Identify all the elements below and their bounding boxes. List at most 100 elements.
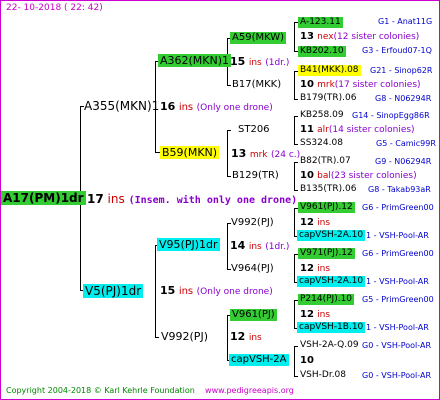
gen4-queen[interactable]: A-123.11 <box>298 17 343 28</box>
gen4-info: G21 - Sinop62R <box>370 66 433 75</box>
gen4-queen[interactable]: KB202.10 <box>298 46 346 57</box>
root-ins-label: ins <box>107 192 125 206</box>
gen3-ins-note: (14 sister colonies) <box>328 125 415 135</box>
copyright-text: Copyright 2004-2018 © Karl Kehrle Founda… <box>6 386 195 395</box>
gen4-info: G8 - N06294R <box>375 94 432 103</box>
footer: Copyright 2004-2018 © Karl Kehrle Founda… <box>6 387 294 395</box>
sire-ins-count: 16 <box>160 100 176 113</box>
gen2-d-ins-count: 12 <box>230 330 246 343</box>
connector <box>294 116 295 144</box>
gen2-b-ins-note: (24 c.) <box>271 150 301 160</box>
dam-ins-info: 15 ins (Only one drone) <box>160 285 273 297</box>
gen4-queen[interactable]: SS324.08 <box>300 139 343 148</box>
gen2-c-ins-note: (1dr.) <box>265 242 290 252</box>
connector <box>294 99 298 100</box>
gen2-b-ins-info: 13 mrk (24 c.) <box>231 148 300 160</box>
gen3-ins-count: 12 <box>300 263 314 274</box>
gen4-queen[interactable]: B179(TR).06 <box>300 94 356 103</box>
gen2-a-ins-label: ins <box>248 58 262 68</box>
gen2-d-ins-info: 12 ins <box>230 331 262 343</box>
gen4-info: G9 - N06294R <box>375 157 432 166</box>
gen2-queen-b[interactable]: B59(MKN) <box>160 146 220 159</box>
gen3-ins-label: bal <box>317 171 331 181</box>
connector <box>294 190 298 191</box>
gen3-ins-label: nex <box>317 32 334 42</box>
gen4-queen[interactable]: V971(PJ).12 <box>298 248 355 259</box>
gen3-ins-note: (23 sister colonies) <box>330 171 417 181</box>
gen3-ins-note: (17 sister colonies) <box>334 80 421 90</box>
gen4-queen[interactable]: capVSH-2A.10 <box>297 230 366 241</box>
gen3-queen[interactable]: B129(TR) <box>232 171 279 181</box>
gen4-info: 1 - VSH-Pool-AR <box>366 277 429 286</box>
root-ins-info: 17 ins (Insem. with only one drone) <box>87 193 297 206</box>
connector <box>294 22 295 51</box>
gen4-queen[interactable]: B82(TR).07 <box>300 157 351 166</box>
site-link[interactable]: www.pedigreeapis.org <box>205 386 294 395</box>
root-ins-count: 17 <box>87 192 104 206</box>
connector <box>294 144 298 145</box>
gen4-queen[interactable]: VSH-Dr.08 <box>300 371 346 380</box>
sire-queen[interactable]: A355(MKN)1 <box>84 100 159 112</box>
gen3-ins-info: 11 alr(14 sister colonies) <box>300 125 415 135</box>
gen2-c-ins-label: ins <box>248 242 262 252</box>
gen4-info: G6 - PrimGreen00 <box>362 249 434 258</box>
gen3-ins-count: 10 <box>300 170 314 181</box>
gen4-info: G8 - Takab93aR <box>368 185 431 194</box>
gen4-queen[interactable]: capVSH-1B.10 <box>297 322 366 333</box>
connector <box>227 176 231 177</box>
gen4-info: G5 - Camic99R <box>376 139 436 148</box>
gen2-a-ins-count: 15 <box>230 55 246 68</box>
dam-queen[interactable]: V5(PJ)1dr <box>83 284 144 298</box>
gen2-d-ins-label: ins <box>248 333 262 343</box>
root-ins-note: (Insem. with only one drone) <box>128 195 298 206</box>
gen3-ins-count: 12 <box>300 309 314 320</box>
gen2-queen-d[interactable]: V992(PJ) <box>161 331 208 342</box>
gen3-queen[interactable]: A59(MKW) <box>230 32 287 44</box>
connector <box>294 376 298 377</box>
gen4-info: 1 - VSH-Pool-AR <box>366 323 429 332</box>
gen3-ins-info: 13 nex(12 sister colonies) <box>300 32 419 42</box>
gen2-queen-c[interactable]: V95(PJ)1dr <box>157 238 220 251</box>
gen3-ins-label: alr <box>317 125 329 135</box>
root-queen[interactable]: A17(PM)1dr <box>1 191 86 205</box>
gen4-queen[interactable]: P214(PJ).10 <box>298 294 355 305</box>
connector <box>294 162 295 190</box>
gen3-ins-info: 12 ins <box>300 264 330 274</box>
gen3-ins-info: 10 <box>300 356 314 366</box>
connector <box>227 130 228 176</box>
connector <box>227 223 228 269</box>
gen4-queen[interactable]: VSH-2A-Q.09 <box>300 341 359 350</box>
gen2-c-ins-info: 14 ins (1dr.) <box>230 240 289 252</box>
gen3-ins-note: (12 sister colonies) <box>333 32 420 42</box>
gen4-queen[interactable]: V961(PJ).12 <box>298 202 355 213</box>
dam-ins-count: 15 <box>160 284 176 297</box>
gen2-a-ins-note: (1dr.) <box>265 58 290 68</box>
gen4-info: G14 - SinopEgg86R <box>352 111 430 120</box>
gen4-info: G0 - VSH-Pool-AR <box>362 371 432 380</box>
gen3-queen[interactable]: V961(PJ) <box>230 309 277 321</box>
gen3-queen[interactable]: B17(MKK) <box>232 80 281 90</box>
gen2-b-ins-label: mrk <box>249 150 268 160</box>
gen3-ins-label: ins <box>317 310 331 320</box>
gen2-b-ins-count: 13 <box>231 147 247 160</box>
gen4-queen[interactable]: B41(MKK).08 <box>298 65 361 76</box>
gen2-queen-a[interactable]: A362(MKN)1 <box>158 54 232 67</box>
connector <box>294 162 298 163</box>
gen4-queen[interactable]: KB258.09 <box>300 111 344 120</box>
gen3-queen[interactable]: ST206 <box>238 125 270 135</box>
gen4-info: G0 - VSH-Pool-AR <box>362 341 432 350</box>
date-stamp: 22- 10-2018 ( 22: 42) <box>6 3 103 13</box>
gen4-info: G1 - Anat11G <box>378 17 433 26</box>
connector <box>294 346 298 347</box>
gen3-ins-info: 10 mrk(17 sister colonies) <box>300 80 421 90</box>
gen3-queen[interactable]: V992(PJ) <box>231 218 274 228</box>
gen3-ins-count: 12 <box>300 217 314 228</box>
gen3-queen[interactable]: capVSH-2A <box>229 354 289 366</box>
gen4-queen[interactable]: capVSH-2A.10 <box>297 276 366 287</box>
gen4-info: 1 - VSH-Pool-AR <box>366 231 429 240</box>
gen4-info: G3 - Erfoud07-1Q <box>362 46 432 55</box>
connector <box>294 208 295 236</box>
gen3-queen[interactable]: V964(PJ) <box>231 264 274 274</box>
gen2-a-ins-info: 15 ins (1dr.) <box>230 56 289 68</box>
gen4-queen[interactable]: B135(TR).06 <box>300 185 356 194</box>
